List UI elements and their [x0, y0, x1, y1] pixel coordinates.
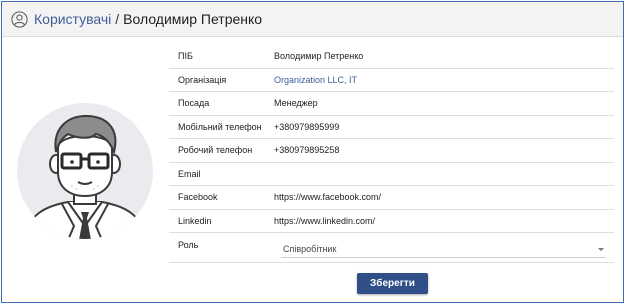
organization-label: Організація — [178, 74, 227, 85]
email-label: Email — [178, 168, 201, 179]
role-selected-value: Співробітник — [283, 244, 337, 254]
row-work-phone: Робочий телефон +380979895258 — [169, 139, 614, 163]
work-phone-value[interactable]: +380979895258 — [274, 145, 614, 155]
facebook-value[interactable]: https://www.facebook.com/ — [274, 192, 614, 202]
linkedin-value[interactable]: https://www.linkedin.com/ — [274, 216, 614, 226]
role-label: Роль — [178, 240, 199, 250]
organization-link[interactable]: Organization LLC, IT — [274, 75, 614, 85]
row-facebook: Facebook https://www.facebook.com/ — [169, 186, 614, 210]
row-full-name: ПІБ Володимир Петренко — [169, 45, 614, 69]
page-title: Володимир Петренко — [123, 11, 263, 27]
full-name-label: ПІБ — [178, 51, 193, 62]
row-linkedin: Linkedin https://www.linkedin.com/ — [169, 210, 614, 233]
row-email: Email — [169, 163, 614, 186]
row-mobile-phone: Мобільний телефон +380979895999 — [169, 116, 614, 139]
row-organization: Організація Organization LLC, IT — [169, 69, 614, 92]
row-role: Роль Співробітник — [169, 233, 614, 263]
position-value[interactable]: Менеджер — [274, 98, 614, 108]
role-select[interactable]: Співробітник — [281, 241, 606, 258]
linkedin-label: Linkedin — [178, 215, 212, 226]
user-outline-icon — [11, 10, 28, 28]
user-profile-panel: Користувачі / Володимир Петренко ПІБ Вол… — [1, 1, 624, 303]
user-details-form: ПІБ Володимир Петренко Організація Organ… — [169, 45, 614, 263]
work-phone-label: Робочий телефон — [178, 145, 253, 156]
page-header: Користувачі / Володимир Петренко — [2, 2, 623, 37]
breadcrumb-users-link[interactable]: Користувачі — [34, 11, 111, 27]
facebook-label: Facebook — [178, 192, 218, 203]
chevron-down-icon[interactable] — [598, 248, 604, 251]
full-name-value[interactable]: Володимир Петренко — [274, 51, 614, 61]
mobile-phone-value[interactable]: +380979895999 — [274, 122, 614, 132]
position-label: Посада — [178, 98, 210, 109]
save-button[interactable]: Зберегти — [357, 273, 428, 294]
row-position: Посада Менеджер — [169, 92, 614, 116]
breadcrumb-separator: / — [115, 11, 120, 27]
mobile-phone-label: Мобільний телефон — [178, 121, 262, 132]
avatar — [16, 102, 154, 240]
